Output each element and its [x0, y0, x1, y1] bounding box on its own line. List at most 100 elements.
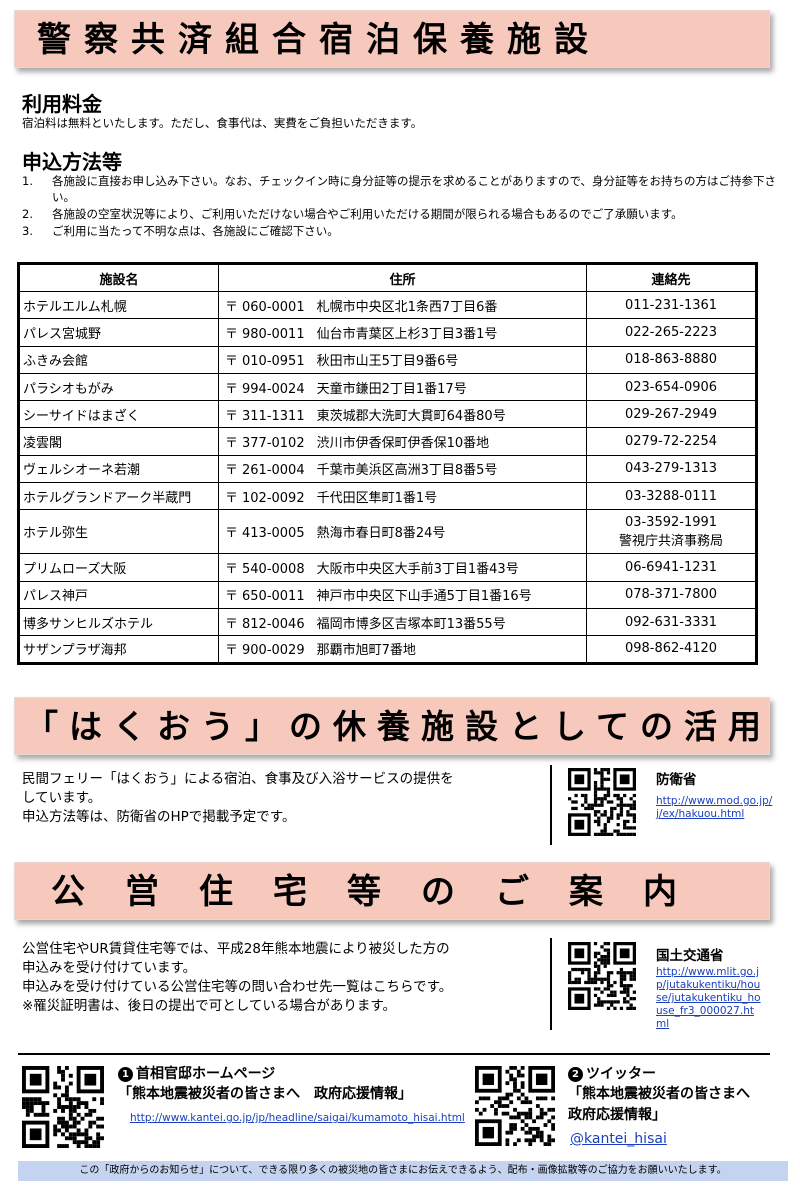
table-header-row: 施設名 住所 連絡先	[18, 263, 757, 292]
phone-number: 098-862-4120	[624, 641, 718, 657]
list-item-text: 各施設の空室状況等により、ご利用いただけない場合やご利用いただける期間が限られる…	[52, 207, 683, 221]
facility-address: 〒 377-0102 渋川市伊香保町伊香保10番地	[218, 427, 587, 456]
facility-name: プリムローズ大阪	[18, 553, 219, 582]
divider	[18, 1053, 770, 1055]
fee-text: 宿泊料は無料といたします。ただし、食事代は、実費をご負担いただきます。	[22, 116, 423, 130]
twitter-handle-link[interactable]: @kantei_hisai	[570, 1131, 667, 1147]
address-text: 渋川市伊香保町伊香保10番地	[316, 436, 490, 452]
facility-name: 凌雲閣	[18, 427, 219, 456]
list-item-number: 1.	[22, 174, 33, 188]
kantei-title: 1 首相官邸ホームページ	[118, 1063, 275, 1083]
postal-code: 650-0011	[242, 589, 305, 605]
facility-table-body: ホテルエルム札幌〒 060-0001 札幌市中央区北1条西7丁目6番 011-231-…	[18, 290, 757, 664]
kantei-url-link[interactable]: http://www.kantei.go.jp/jp/headline/saig…	[130, 1112, 470, 1125]
facility-contact: 029-267-2949	[586, 400, 757, 429]
housing-line: 申込みを受け付けています。	[22, 960, 197, 976]
address-text: 熱海市春日町8番24号	[316, 526, 446, 542]
mod-org-name: 防衛省	[656, 772, 697, 788]
housing-line: 公営住宅やUR賃貸住宅等では、平成28年熊本地震により被災した方の	[22, 941, 450, 957]
housing-line: 申込みを受け付けている公営住宅等の問い合わせ先一覧はこちらです。	[22, 979, 453, 995]
divider	[550, 765, 552, 845]
facility-name: ホテルエルム札幌	[18, 290, 219, 320]
table-row: シーサイドはまざく〒 311-1311 東茨城郡大洗町大貫町64番80号 029-26…	[18, 400, 757, 429]
postal-mark: 〒	[225, 589, 239, 605]
postal-code: 102-0092	[242, 490, 305, 506]
address-text: 大阪市中央区大手前3丁目1番43号	[316, 562, 519, 578]
twitter-title-text: ツイッター	[586, 1066, 656, 1082]
address-text: 天童市鎌田2丁目1番17号	[316, 381, 467, 397]
phone-number: 011-231-1361	[624, 297, 718, 313]
hakuou-line: 申込方法等は、防衛省のHPで掲載予定です。	[22, 809, 296, 825]
facility-contact: 03-3592-1991 警視庁共済事務局	[586, 509, 757, 555]
apply-list: 1. 各施設に直接お申し込み下さい。なお、チェックイン時に身分証等の提示を求めるこ…	[22, 173, 782, 240]
postal-code: 413-0005	[242, 526, 305, 542]
number-marker-icon: 1	[118, 1067, 133, 1082]
qr-code-icon[interactable]	[475, 1066, 555, 1146]
postal-mark: 〒	[225, 490, 239, 506]
phone-number: 029-267-2949	[624, 406, 718, 422]
address-text: 東茨城郡大洗町大貫町64番80号	[316, 408, 506, 424]
facility-address: 〒 413-0005 熱海市春日町8番24号	[218, 509, 587, 555]
table-row: 凌雲閣〒 377-0102 渋川市伊香保町伊香保10番地 0279-72-2254	[18, 427, 757, 456]
fee-heading: 利用料金	[22, 92, 102, 116]
table-row: ふきみ会館〒 010-0951 秋田市山王5丁目9番6号 018-863-8880	[18, 345, 757, 374]
housing-line: ※罹災証明書は、後日の提出で可としている場合があります。	[22, 998, 397, 1014]
address-text: 千葉市美浜区高洲3丁目8番5号	[316, 463, 498, 479]
facility-name: パレス宮城野	[18, 318, 219, 347]
column-header-address: 住所	[218, 263, 587, 292]
phone-number: 018-863-8880	[624, 352, 718, 368]
list-item-text: 各施設に直接お申し込み下さい。なお、チェックイン時に身分証等の提示を求めることが…	[52, 174, 777, 204]
facility-address: 〒 540-0008 大阪市中央区大手前3丁目1番43号	[218, 553, 587, 582]
twitter-title: 2 ツイッター	[568, 1063, 656, 1083]
list-item: 1. 各施設に直接お申し込み下さい。なお、チェックイン時に身分証等の提示を求めるこ…	[22, 173, 782, 205]
facility-table: 施設名 住所 連絡先 ホテルエルム札幌〒 060-0001 札幌市中央区北1条西7丁…	[17, 262, 758, 665]
facility-address: 〒 994-0024 天童市鎌田2丁目1番17号	[218, 372, 587, 402]
twitter-subtitle-1: 「熊本地震被災者の皆さまへ	[568, 1086, 750, 1102]
table-row: ホテルエルム札幌〒 060-0001 札幌市中央区北1条西7丁目6番 011-231-…	[18, 290, 757, 320]
postal-mark: 〒	[225, 354, 239, 370]
facility-contact: 011-231-1361	[586, 290, 757, 320]
postal-code: 261-0004	[242, 463, 305, 479]
postal-mark: 〒	[225, 299, 239, 315]
facility-contact: 043-279-1313	[586, 454, 757, 484]
hakuou-text: 民間フェリー「はくおう」による宿泊、食事及び入浴サービスの提供を しています。 …	[22, 770, 552, 827]
postal-code: 980-0011	[242, 326, 305, 342]
mod-url-link[interactable]: http://www.mod.go.jp/j/ex/hakuou.html	[656, 795, 776, 821]
list-item-number: 3.	[22, 224, 33, 238]
facility-contact: 03-3288-0111	[586, 482, 757, 511]
number-marker-icon: 2	[568, 1067, 583, 1082]
postal-code: 812-0046	[242, 616, 305, 632]
qr-code-icon[interactable]	[22, 1066, 104, 1148]
phone-number: 022-265-2223	[624, 324, 718, 340]
list-item: 3. ご利用に当たって不明な点は、各施設にご確認下さい。	[22, 223, 782, 239]
postal-mark: 〒	[225, 436, 239, 452]
postal-mark: 〒	[225, 408, 239, 424]
facility-address: 〒 980-0011 仙台市青葉区上杉3丁目3番1号	[218, 318, 587, 347]
table-row: パレス宮城野〒 980-0011 仙台市青葉区上杉3丁目3番1号 022-265-22…	[18, 318, 757, 347]
postal-mark: 〒	[225, 463, 239, 479]
postal-mark: 〒	[225, 526, 239, 542]
apply-heading: 申込方法等	[22, 150, 122, 174]
facility-name: ふきみ会館	[18, 345, 219, 374]
qr-code-icon[interactable]	[568, 768, 636, 836]
hakuou-line: 民間フェリー「はくおう」による宿泊、食事及び入浴サービスの提供を	[22, 771, 454, 787]
postal-code: 994-0024	[242, 381, 305, 397]
mlit-url-link[interactable]: http://www.mlit.go.jp/jutakukentiku/hous…	[656, 966, 761, 1031]
facility-address: 〒 650-0011 神戸市中央区下山手通5丁目1番16号	[218, 580, 587, 609]
postal-code: 900-0029	[242, 643, 305, 659]
address-text: 神戸市中央区下山手通5丁目1番16号	[316, 589, 532, 605]
facility-name: ホテルグランドアーク半蔵門	[18, 482, 219, 511]
column-header-contact: 連絡先	[586, 263, 757, 292]
address-text: 千代田区隼町1番1号	[316, 490, 438, 506]
hakuou-banner: 「はくおう」の休養施設としての活用	[14, 697, 770, 755]
phone-number: 0279-72-2254	[624, 434, 718, 450]
list-item: 2. 各施設の空室状況等により、ご利用いただけない場合やご利用いただける期間が限ら…	[22, 206, 782, 222]
facility-contact: 078-371-7800	[586, 580, 757, 609]
facility-name: シーサイドはまざく	[18, 400, 219, 429]
phone-number: 092-631-3331	[624, 614, 718, 630]
contact-note: 警視庁共済事務局	[618, 533, 723, 549]
facility-address: 〒 010-0951 秋田市山王5丁目9番6号	[218, 345, 587, 374]
qr-code-icon[interactable]	[568, 942, 636, 1010]
phone-number: 03-3288-0111	[624, 488, 718, 504]
postal-code: 060-0001	[242, 299, 305, 315]
